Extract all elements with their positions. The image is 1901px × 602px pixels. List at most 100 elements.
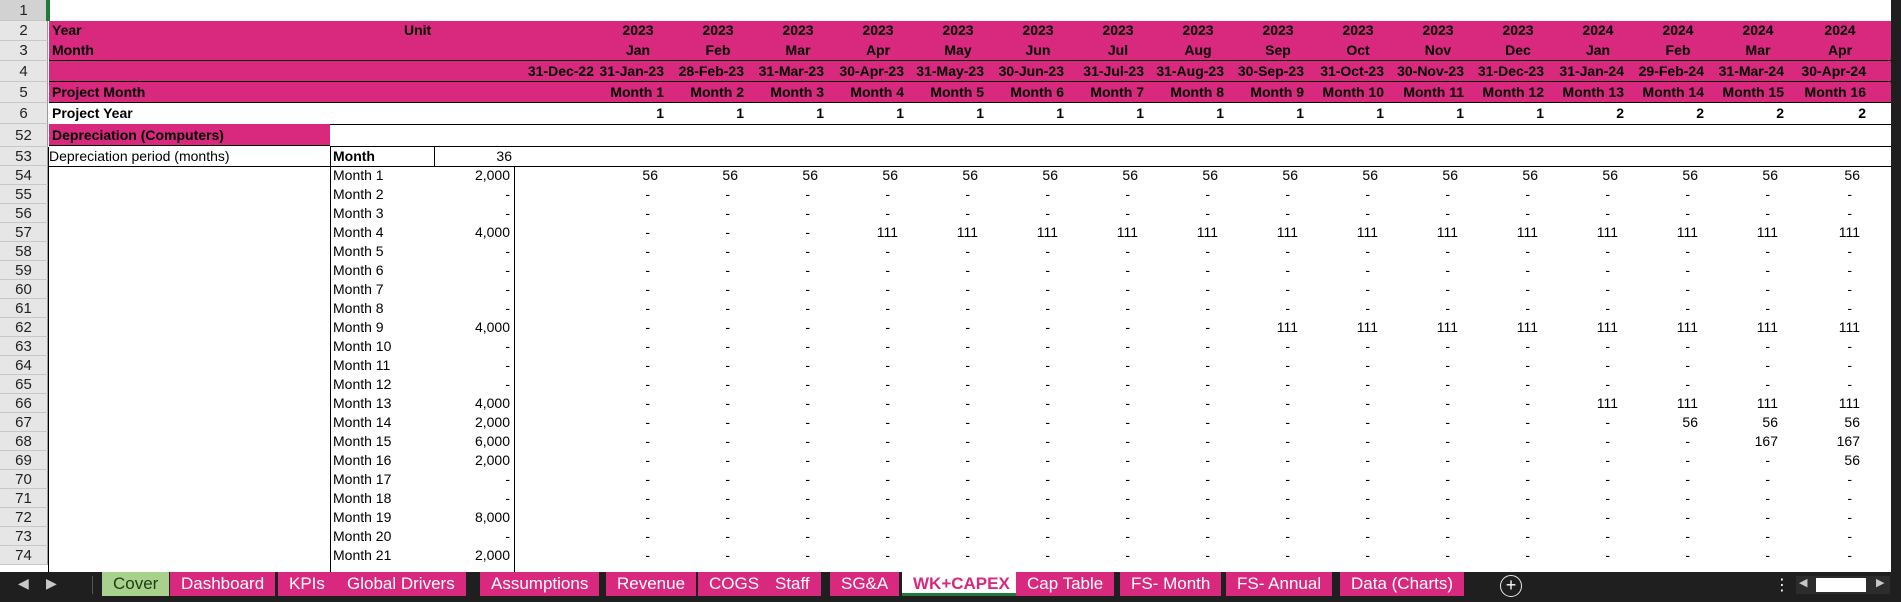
border-line [330, 124, 1891, 125]
data-cell: - [725, 490, 730, 506]
row-label: Month 20 [333, 528, 392, 544]
data-cell: 167 [1836, 433, 1860, 449]
col-date: 30-Apr-23 [839, 63, 904, 79]
row-amount: - [505, 205, 510, 221]
sheet-tab[interactable]: Staff [764, 572, 822, 596]
data-cell: - [1285, 376, 1290, 392]
active-cell-selection[interactable] [46, 0, 50, 21]
data-cell: 111 [1596, 395, 1618, 411]
data-cell: - [1765, 452, 1770, 468]
col-date: 31-Mar-23 [758, 63, 824, 79]
data-cell: - [1525, 395, 1530, 411]
row-amount: 2,000 [474, 547, 510, 563]
data-cell: - [645, 186, 650, 202]
scroll-right-icon[interactable]: ▶ [1876, 576, 1884, 589]
row-header[interactable]: 71 [0, 489, 48, 508]
sheet-tab[interactable]: Global Drivers [336, 572, 467, 596]
data-cell: - [725, 205, 730, 221]
add-sheet-icon[interactable]: + [1500, 575, 1522, 597]
vertical-scrollbar[interactable] [1891, 0, 1901, 572]
data-cell: - [1125, 528, 1130, 544]
sheet-tab[interactable]: SG&A [830, 572, 901, 596]
data-cell: - [1365, 547, 1370, 563]
data-cell: - [1285, 338, 1290, 354]
data-cell: - [965, 452, 970, 468]
col-year: 2023 [1102, 22, 1134, 38]
sheet-tab[interactable]: FS- Month [1120, 572, 1223, 596]
row-header[interactable]: 62 [0, 318, 48, 337]
data-cell: - [1365, 395, 1370, 411]
row-header[interactable]: 4 [0, 61, 48, 82]
sheet-tab[interactable]: WK+CAPEX [902, 572, 1022, 596]
row-header[interactable]: 73 [0, 527, 48, 546]
row-header[interactable]: 61 [0, 299, 48, 318]
sheet-tab[interactable]: Dashboard [170, 572, 277, 596]
row-header[interactable]: 5 [0, 82, 48, 103]
col-year: 2023 [702, 22, 734, 38]
row-header[interactable]: 65 [0, 375, 48, 394]
row-header[interactable]: 59 [0, 261, 48, 280]
row-header[interactable]: 3 [0, 41, 48, 61]
row-header[interactable]: 54 [0, 166, 48, 185]
sheet-tab[interactable]: Data (Charts) [1340, 572, 1466, 596]
row-header[interactable]: 58 [0, 242, 48, 261]
horizontal-scrollbar[interactable]: ◀ ▶ [1796, 576, 1890, 594]
sheet-tab[interactable]: Cover [102, 572, 171, 596]
data-cell: 111 [1838, 395, 1860, 411]
project-year-label: Project Year [52, 105, 133, 121]
data-cell: 56 [1362, 167, 1378, 183]
sheet-tab[interactable]: Assumptions [480, 572, 601, 596]
row-header[interactable]: 2 [0, 21, 48, 41]
sheet-tab[interactable]: Cap Table [1016, 572, 1116, 596]
data-cell: 56 [1844, 167, 1860, 183]
row-header[interactable]: 63 [0, 337, 48, 356]
data-cell: - [1045, 357, 1050, 373]
data-cell: - [1125, 433, 1130, 449]
data-cell: - [725, 452, 730, 468]
row-header[interactable]: 68 [0, 432, 48, 451]
row-label: Month 10 [333, 338, 392, 354]
data-cell: 56 [1522, 167, 1538, 183]
next-sheet-icon[interactable]: ▶ [46, 575, 57, 592]
row-header[interactable]: 74 [0, 546, 48, 565]
data-cell: - [1525, 414, 1530, 430]
data-cell: - [805, 452, 810, 468]
data-cell: - [965, 357, 970, 373]
prev-sheet-icon[interactable]: ◀ [18, 575, 29, 592]
row-header[interactable]: 64 [0, 356, 48, 375]
row-header[interactable]: 67 [0, 413, 48, 432]
data-cell: - [1685, 262, 1690, 278]
more-options-icon[interactable]: ⋮ [1774, 575, 1790, 595]
data-cell: - [1765, 547, 1770, 563]
row-header[interactable]: 66 [0, 394, 48, 413]
data-cell: - [725, 357, 730, 373]
data-cell: - [1685, 509, 1690, 525]
data-cell: - [1205, 471, 1210, 487]
row-header[interactable]: 72 [0, 508, 48, 527]
spreadsheet-grid[interactable]: 1 2 3 4 5 6 52 53 54 55 56 57 58 59 60 61 62 63 64 65 66 67 68… [0, 0, 1891, 572]
row-header[interactable]: 55 [0, 185, 48, 204]
data-cell: - [1125, 243, 1130, 259]
data-cell: - [725, 547, 730, 563]
row-header[interactable]: 70 [0, 470, 48, 489]
data-cell: - [645, 281, 650, 297]
row-header[interactable]: 69 [0, 451, 48, 470]
data-cell: - [1045, 300, 1050, 316]
sheet-tab[interactable]: COGS [698, 572, 772, 596]
scroll-thumb[interactable] [1816, 578, 1866, 592]
data-cell: - [1365, 357, 1370, 373]
sheet-tab[interactable]: Revenue [606, 572, 698, 596]
data-cell: - [1125, 338, 1130, 354]
row-header[interactable]: 1 [0, 0, 48, 21]
row-header[interactable]: 6 [0, 103, 48, 124]
sheet-tab[interactable]: KPIs [278, 572, 337, 596]
row-header[interactable]: 57 [0, 223, 48, 242]
sheet-tab[interactable]: FS- Annual [1226, 572, 1334, 596]
data-cell: - [1125, 490, 1130, 506]
row-header[interactable]: 56 [0, 204, 48, 223]
row-header[interactable]: 52 [0, 124, 48, 147]
row-header[interactable]: 53 [0, 147, 48, 166]
scroll-left-icon[interactable]: ◀ [1799, 576, 1807, 589]
row-header[interactable]: 60 [0, 280, 48, 299]
period-label: Depreciation period (months) [49, 148, 230, 164]
